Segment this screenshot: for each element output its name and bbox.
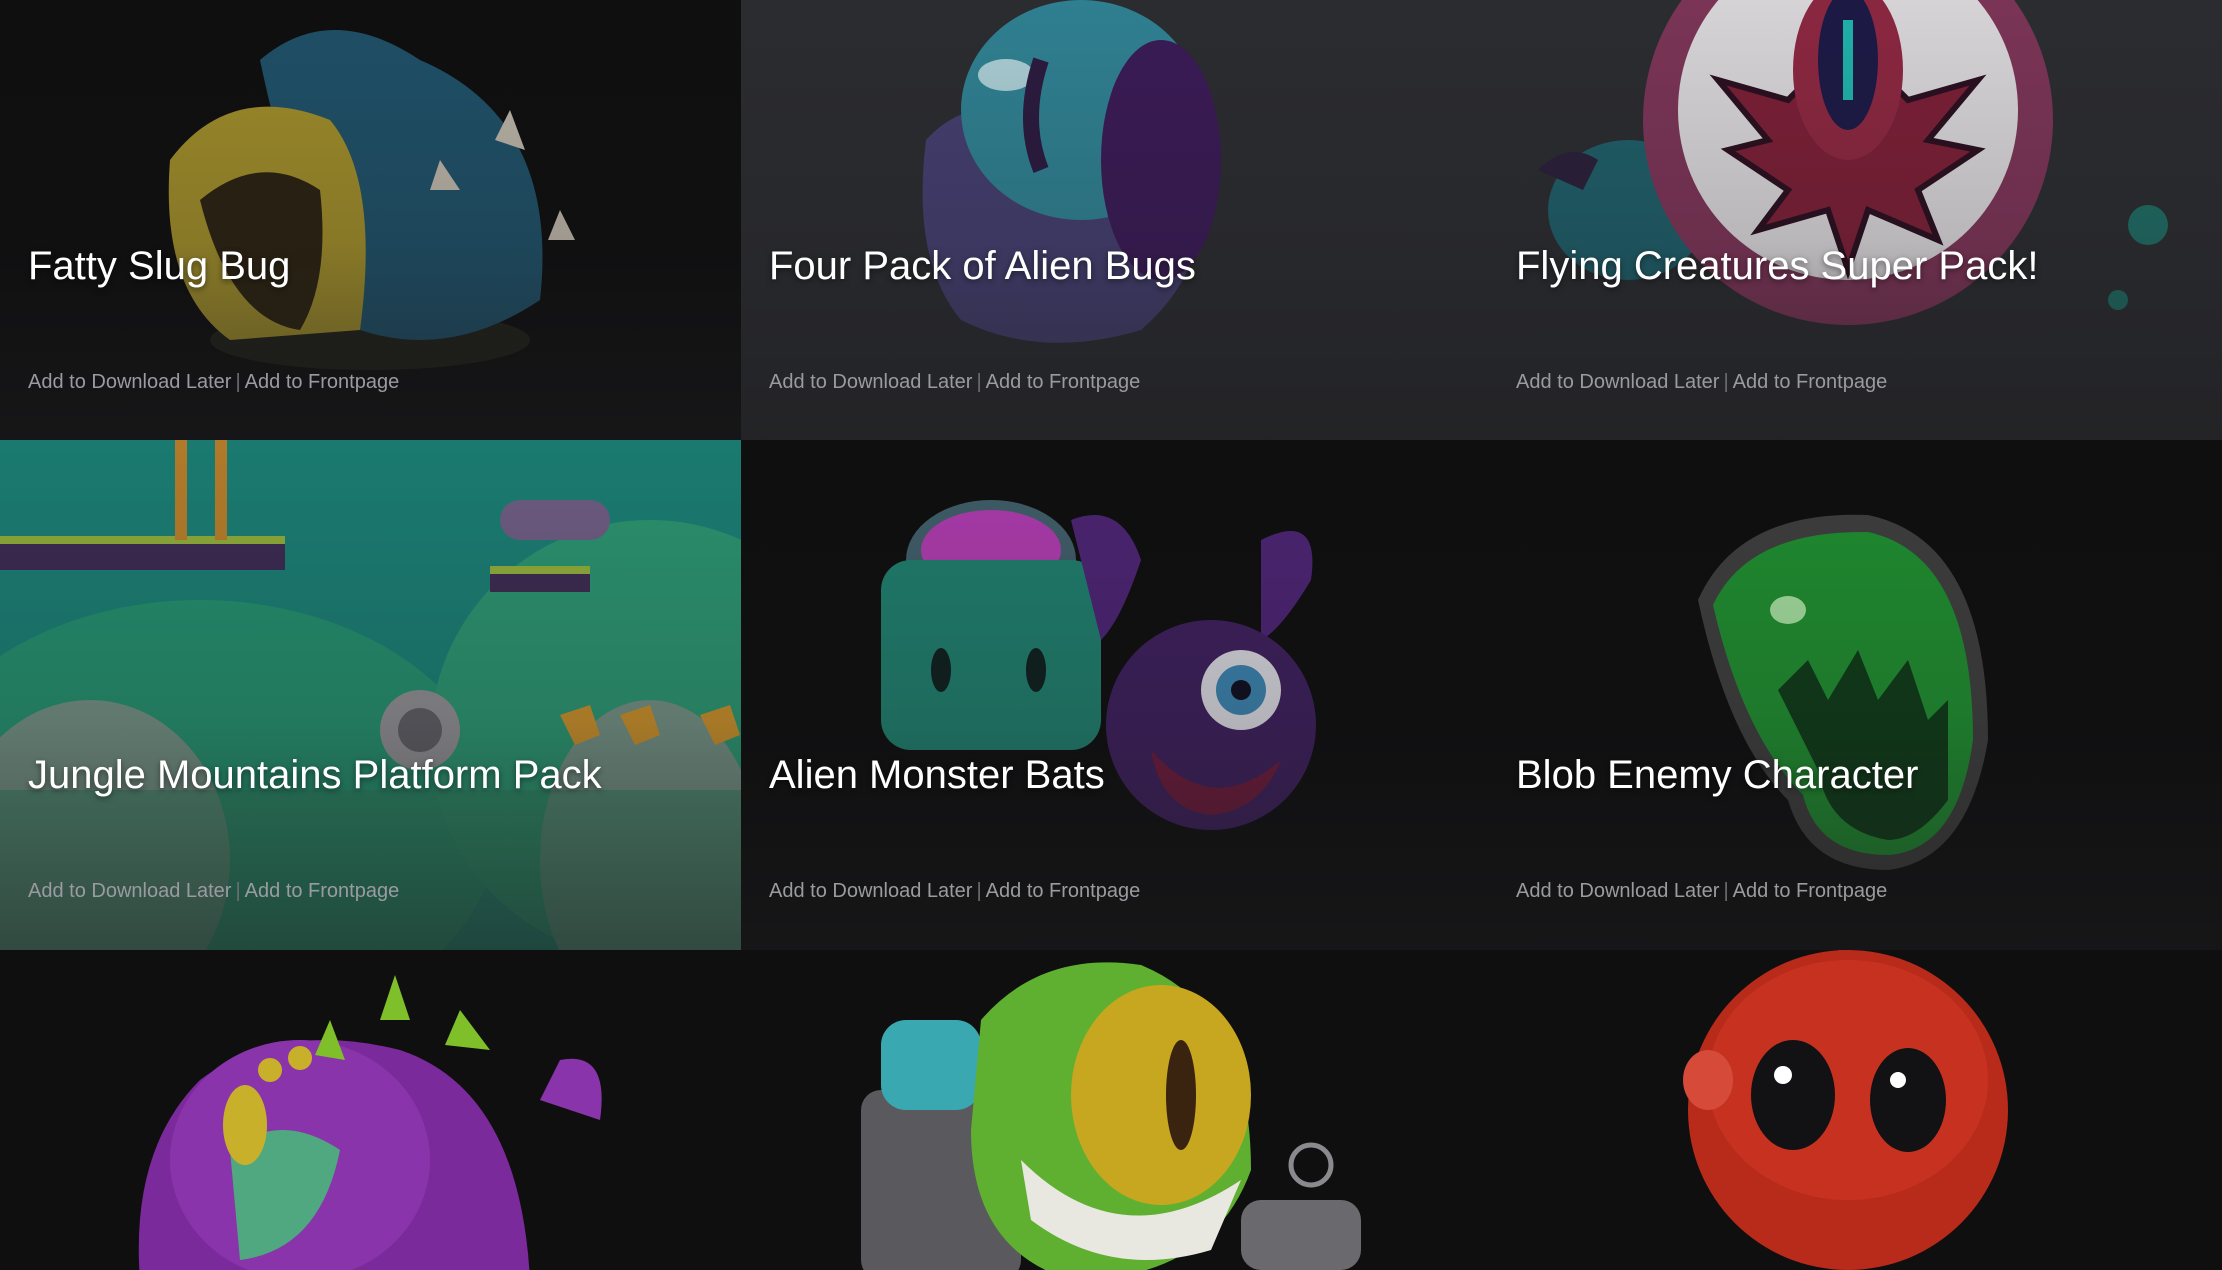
card-title[interactable]: Blob Enemy Character xyxy=(1516,753,1918,798)
action-separator: | xyxy=(235,371,241,393)
card-title[interactable]: Flying Creatures Super Pack! xyxy=(1516,244,2038,289)
asset-grid: Fatty Slug Bug Add to Download Later | Add… xyxy=(0,0,2222,1270)
asset-card[interactable] xyxy=(0,950,741,1270)
asset-card[interactable]: Four Pack of Alien Bugs Add to Download … xyxy=(741,0,1488,440)
card-actions: Add to Download Later | Add to Frontpage xyxy=(1516,880,1887,903)
action-separator: | xyxy=(1723,371,1729,393)
purple-creature-thumbnail[interactable] xyxy=(0,950,741,1270)
action-separator: | xyxy=(235,880,241,902)
asset-card[interactable]: Fatty Slug Bug Add to Download Later | Add… xyxy=(0,0,741,440)
card-title[interactable]: Alien Monster Bats xyxy=(769,753,1105,798)
add-to-frontpage-link[interactable]: Add to Frontpage xyxy=(986,371,1141,393)
add-to-frontpage-link[interactable]: Add to Frontpage xyxy=(1733,880,1888,902)
asset-card[interactable]: Blob Enemy Character Add to Download Lat… xyxy=(1488,440,2222,950)
asset-card[interactable]: Jungle Mountains Platform Pack Add to Do… xyxy=(0,440,741,950)
add-to-download-later-link[interactable]: Add to Download Later xyxy=(1516,371,1719,393)
card-actions: Add to Download Later | Add to Frontpage xyxy=(1516,371,1887,394)
add-to-download-later-link[interactable]: Add to Download Later xyxy=(1516,880,1719,902)
asset-card[interactable] xyxy=(741,950,1488,1270)
card-actions: Add to Download Later | Add to Frontpage xyxy=(28,880,399,903)
cyclops-cannon-thumbnail[interactable] xyxy=(741,950,1488,1270)
card-title[interactable]: Four Pack of Alien Bugs xyxy=(769,244,1196,289)
add-to-download-later-link[interactable]: Add to Download Later xyxy=(769,371,972,393)
action-separator: | xyxy=(1723,880,1729,902)
card-title[interactable]: Fatty Slug Bug xyxy=(28,244,290,289)
asset-card[interactable]: Flying Creatures Super Pack! Add to Down… xyxy=(1488,0,2222,440)
add-to-frontpage-link[interactable]: Add to Frontpage xyxy=(1733,371,1888,393)
add-to-download-later-link[interactable]: Add to Download Later xyxy=(28,371,231,393)
add-to-download-later-link[interactable]: Add to Download Later xyxy=(28,880,231,902)
card-title[interactable]: Jungle Mountains Platform Pack xyxy=(28,753,602,798)
card-actions: Add to Download Later | Add to Frontpage xyxy=(769,880,1140,903)
card-actions: Add to Download Later | Add to Frontpage xyxy=(28,371,399,394)
action-separator: | xyxy=(976,371,982,393)
add-to-frontpage-link[interactable]: Add to Frontpage xyxy=(245,371,400,393)
red-creature-thumbnail[interactable] xyxy=(1488,950,2222,1270)
asset-card[interactable]: Alien Monster Bats Add to Download Later… xyxy=(741,440,1488,950)
add-to-frontpage-link[interactable]: Add to Frontpage xyxy=(986,880,1141,902)
add-to-frontpage-link[interactable]: Add to Frontpage xyxy=(245,880,400,902)
add-to-download-later-link[interactable]: Add to Download Later xyxy=(769,880,972,902)
action-separator: | xyxy=(976,880,982,902)
asset-card[interactable] xyxy=(1488,950,2222,1270)
card-actions: Add to Download Later | Add to Frontpage xyxy=(769,371,1140,394)
